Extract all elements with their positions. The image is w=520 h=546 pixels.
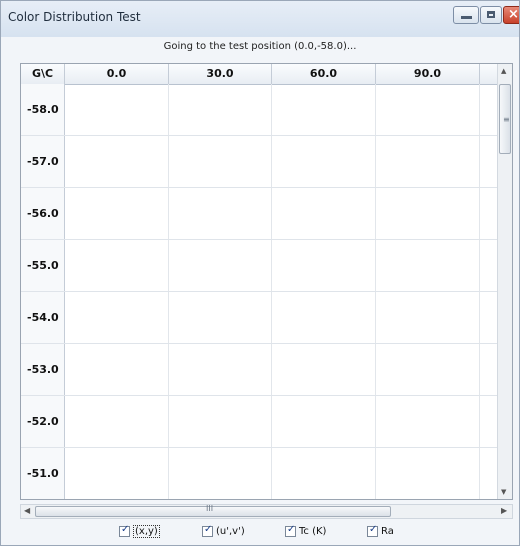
grid-cell[interactable] — [65, 136, 169, 187]
grid-row: -52.0 — [21, 396, 497, 448]
vertical-scrollbar[interactable]: ▲ ≡ ▼ — [497, 64, 512, 499]
checkbox-tc[interactable]: ✓ Tc (K) — [285, 523, 326, 539]
grid-row: -56.0 — [21, 188, 497, 240]
checkbox-box[interactable]: ✓ — [119, 523, 130, 537]
grid-cell[interactable] — [376, 396, 480, 447]
grid-cell[interactable] — [169, 448, 272, 499]
column-header[interactable]: 90.0 — [376, 64, 480, 84]
grid-row: -54.0 — [21, 292, 497, 344]
window-title: Color Distribution Test — [8, 10, 141, 24]
grid-cell[interactable] — [272, 136, 376, 187]
results-grid: G\C 0.0 30.0 60.0 90.0 -58.0 -57.0 -56.0… — [20, 63, 513, 500]
scroll-down-icon[interactable]: ▼ — [501, 488, 506, 496]
row-header: -57.0 — [21, 136, 65, 187]
grid-cell[interactable] — [169, 188, 272, 239]
maximize-icon — [487, 11, 495, 18]
checkmark-icon: ✓ — [204, 523, 213, 535]
row-header: -56.0 — [21, 188, 65, 239]
horizontal-scrollbar[interactable]: ◀ III ▶ — [20, 504, 513, 519]
grid-cell[interactable] — [376, 188, 480, 239]
minimize-icon — [461, 16, 472, 19]
row-header: -54.0 — [21, 292, 65, 343]
grid-cell[interactable] — [65, 448, 169, 499]
vertical-scroll-thumb[interactable]: ≡ — [499, 84, 511, 154]
grid-cell[interactable] — [376, 344, 480, 395]
grid-cell[interactable] — [272, 448, 376, 499]
color-distribution-window: Color Distribution Test × Going to the t… — [0, 0, 520, 546]
column-header[interactable]: 60.0 — [272, 64, 376, 84]
grid-cell[interactable] — [272, 188, 376, 239]
grid-cell[interactable] — [272, 240, 376, 291]
checkbox-label: Tc (K) — [299, 525, 327, 537]
close-button[interactable]: × — [503, 6, 519, 24]
grid-row: -58.0 — [21, 84, 497, 136]
grid-cell[interactable] — [65, 396, 169, 447]
display-options: ✓ (x,y) ✓ (u',v') ✓ Tc (K) ✓ Ra — [1, 523, 519, 541]
grid-cell[interactable] — [376, 292, 480, 343]
grip-icon: III — [206, 504, 214, 513]
title-bar[interactable]: Color Distribution Test × — [1, 1, 519, 37]
grip-icon: ≡ — [503, 115, 510, 124]
grid-cell[interactable] — [376, 136, 480, 187]
minimize-button[interactable] — [453, 6, 479, 24]
checkbox-xy[interactable]: ✓ (x,y) — [119, 523, 160, 539]
row-header: -51.0 — [21, 448, 65, 499]
column-header-partial — [480, 64, 497, 84]
grid-cell[interactable] — [376, 448, 480, 499]
grid-row: -57.0 — [21, 136, 497, 188]
checkmark-icon: ✓ — [369, 523, 378, 535]
grid-cell[interactable] — [169, 84, 272, 135]
checkbox-label: Ra — [381, 525, 394, 537]
grid-cell[interactable] — [272, 344, 376, 395]
status-text: Going to the test position (0.0,-58.0)..… — [163, 41, 357, 52]
grid-cell[interactable] — [169, 136, 272, 187]
scroll-right-icon[interactable]: ▶ — [501, 506, 507, 515]
grid-cell[interactable] — [65, 84, 169, 135]
column-header[interactable]: 30.0 — [169, 64, 272, 84]
horizontal-scroll-thumb[interactable]: III — [35, 504, 391, 517]
checkmark-icon: ✓ — [287, 523, 296, 535]
scroll-left-icon[interactable]: ◀ — [24, 506, 30, 515]
checkbox-label: (u',v') — [216, 525, 245, 537]
maximize-button[interactable] — [480, 6, 502, 24]
grid-cell[interactable] — [65, 292, 169, 343]
row-header: -58.0 — [21, 84, 65, 135]
checkbox-label: (x,y) — [133, 524, 160, 538]
checkbox-uv[interactable]: ✓ (u',v') — [202, 523, 245, 539]
checkbox-box[interactable]: ✓ — [202, 523, 213, 537]
grid-cell[interactable] — [169, 292, 272, 343]
grid-cell[interactable] — [65, 344, 169, 395]
grid-cell[interactable] — [65, 188, 169, 239]
grid-cell[interactable] — [169, 344, 272, 395]
grid-row: -53.0 — [21, 344, 497, 396]
grid-cell[interactable] — [376, 84, 480, 135]
grid-corner-header: G\C — [21, 64, 65, 84]
checkbox-ra[interactable]: ✓ Ra — [367, 523, 394, 539]
row-header: -52.0 — [21, 396, 65, 447]
row-header: -55.0 — [21, 240, 65, 291]
grid-cell[interactable] — [169, 240, 272, 291]
row-header: -53.0 — [21, 344, 65, 395]
close-icon: × — [508, 7, 519, 22]
grid-cell[interactable] — [272, 84, 376, 135]
checkbox-box[interactable]: ✓ — [285, 523, 296, 537]
grid-cell[interactable] — [65, 240, 169, 291]
grid-cell[interactable] — [272, 292, 376, 343]
checkbox-box[interactable]: ✓ — [367, 523, 378, 537]
grid-cell[interactable] — [169, 396, 272, 447]
grid-cell[interactable] — [272, 396, 376, 447]
grid-row: -55.0 — [21, 240, 497, 292]
grid-header-row: G\C 0.0 30.0 60.0 90.0 — [21, 64, 497, 85]
scroll-up-icon[interactable]: ▲ — [501, 67, 506, 75]
column-header[interactable]: 0.0 — [65, 64, 169, 84]
checkmark-icon: ✓ — [121, 523, 130, 535]
grid-cell[interactable] — [376, 240, 480, 291]
grid-row: -51.0 — [21, 448, 497, 499]
